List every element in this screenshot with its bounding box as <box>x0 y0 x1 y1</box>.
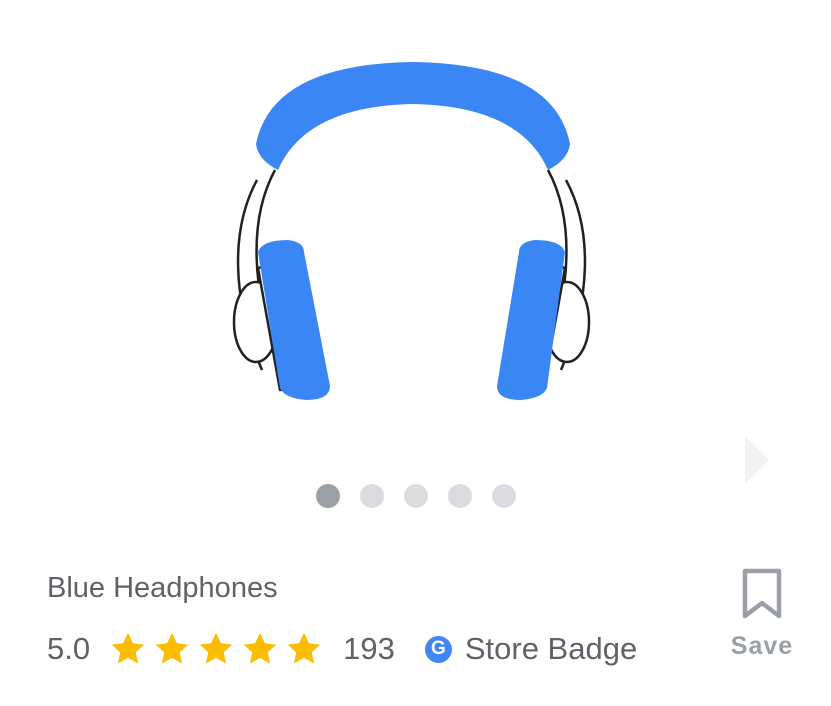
rating-value: 5.0 <box>47 631 91 666</box>
save-label: Save <box>730 632 794 660</box>
next-image-button[interactable] <box>735 428 779 492</box>
product-meta: 5.0 193 G Store Badge <box>47 626 707 672</box>
carousel-dot-2[interactable] <box>360 484 384 508</box>
rating-stars <box>108 630 324 668</box>
star-icon <box>284 630 324 668</box>
star-icon <box>108 630 148 668</box>
carousel-dot-4[interactable] <box>448 484 472 508</box>
star-icon <box>196 630 236 668</box>
store-badge-label: Store Badge <box>464 631 638 666</box>
bookmark-icon <box>742 568 782 619</box>
store-badge[interactable]: G Store Badge <box>424 631 638 667</box>
save-button[interactable]: Save <box>720 568 804 668</box>
carousel-indicators <box>316 484 516 508</box>
product-image <box>0 0 831 470</box>
product-info: Blue Headphones 5.0 193 G Store Badge <box>47 565 707 672</box>
review-count[interactable]: 193 <box>343 631 395 667</box>
carousel-dot-5[interactable] <box>492 484 516 508</box>
product-title[interactable]: Blue Headphones <box>47 565 707 611</box>
headphones-illustration <box>232 62 591 400</box>
chevron-right-icon <box>745 436 769 484</box>
star-icon <box>240 630 280 668</box>
google-g-icon: G <box>424 635 452 663</box>
carousel-dot-3[interactable] <box>404 484 428 508</box>
star-icon <box>152 630 192 668</box>
carousel-dot-1[interactable] <box>316 484 340 508</box>
